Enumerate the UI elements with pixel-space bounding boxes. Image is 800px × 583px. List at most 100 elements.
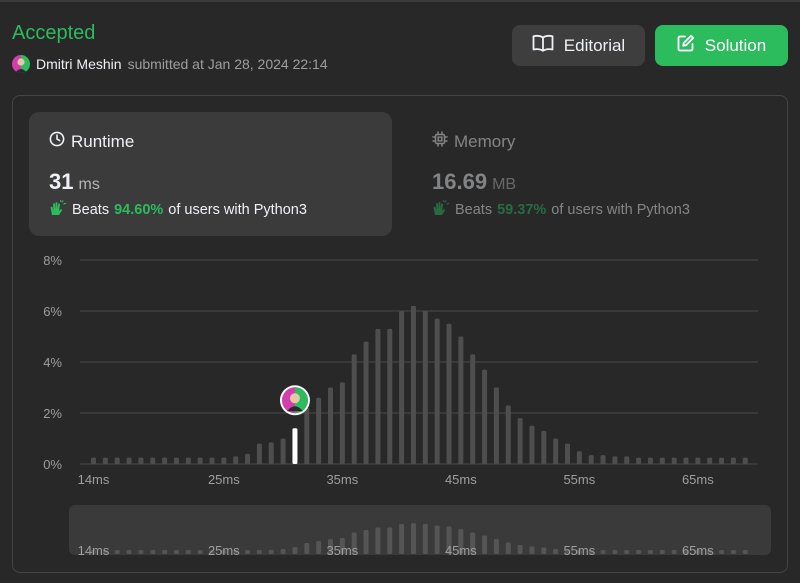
bar[interactable] xyxy=(458,336,464,465)
bar[interactable] xyxy=(102,457,108,464)
navigator-bar xyxy=(245,550,251,554)
navigator-tick-label: 55ms xyxy=(563,543,595,558)
bar[interactable] xyxy=(553,438,559,465)
bar[interactable] xyxy=(541,430,547,464)
bar[interactable] xyxy=(351,354,357,464)
bar[interactable] xyxy=(233,456,239,464)
navigator-bar xyxy=(636,550,642,554)
bar[interactable] xyxy=(517,418,523,464)
x-tick-label: 14ms xyxy=(78,472,110,487)
bar[interactable] xyxy=(150,457,156,464)
bar[interactable] xyxy=(197,457,203,464)
navigator-bar xyxy=(280,549,286,554)
bar[interactable] xyxy=(221,457,227,464)
bar[interactable] xyxy=(683,457,689,464)
bar[interactable] xyxy=(410,305,416,464)
navigator-bar xyxy=(185,550,191,554)
bar[interactable] xyxy=(173,457,179,464)
y-tick-label: 0% xyxy=(43,457,62,472)
bar[interactable] xyxy=(375,328,381,464)
navigator-bar xyxy=(363,530,369,554)
navigator-bar xyxy=(553,549,559,554)
navigator-bar xyxy=(624,550,630,554)
navigator-bar xyxy=(399,524,405,554)
navigator-bar xyxy=(730,550,736,554)
bar[interactable] xyxy=(162,457,168,464)
bar[interactable] xyxy=(304,407,310,464)
bar[interactable] xyxy=(707,457,713,464)
navigator-bar xyxy=(600,550,606,554)
bar[interactable] xyxy=(268,442,274,464)
x-tick-label: 35ms xyxy=(326,472,358,487)
bar[interactable] xyxy=(114,457,120,464)
bar[interactable] xyxy=(422,311,428,464)
bar[interactable] xyxy=(185,457,191,464)
bar[interactable] xyxy=(588,455,594,464)
navigator-bar xyxy=(197,550,203,554)
navigator-bar xyxy=(126,550,132,554)
bar[interactable] xyxy=(742,457,748,464)
navigator-tick-label: 35ms xyxy=(326,543,358,558)
bar[interactable] xyxy=(565,443,570,464)
bar[interactable] xyxy=(446,323,452,464)
navigator-bar xyxy=(434,525,440,554)
bar[interactable] xyxy=(328,387,333,465)
bar[interactable] xyxy=(363,341,369,464)
bar[interactable] xyxy=(529,425,535,464)
bar[interactable] xyxy=(434,318,440,464)
navigator-bar xyxy=(150,550,156,554)
navigator-bar xyxy=(742,550,748,554)
navigator-bar xyxy=(529,546,535,554)
y-tick-label: 4% xyxy=(43,355,62,370)
bar[interactable] xyxy=(387,328,393,464)
navigator-bar xyxy=(162,550,168,554)
y-tick-label: 8% xyxy=(43,253,62,268)
bar[interactable] xyxy=(730,457,736,464)
navigator-bar xyxy=(422,524,428,554)
bar[interactable] xyxy=(647,457,653,464)
bar[interactable] xyxy=(671,457,677,464)
bar[interactable] xyxy=(138,457,144,464)
runtime-distribution-chart: 0% 2% 4% 6% 8% 14ms 25ms 35ms 45ms 55ms 65ms 14ms 25… xyxy=(43,253,758,558)
bar[interactable] xyxy=(600,455,606,464)
y-tick-label: 2% xyxy=(43,406,62,421)
bar[interactable] xyxy=(659,457,665,464)
bar[interactable] xyxy=(576,451,582,464)
bar[interactable] xyxy=(719,457,725,464)
selected-bar[interactable] xyxy=(292,428,298,464)
bar[interactable] xyxy=(636,457,642,464)
bar[interactable] xyxy=(624,456,630,464)
x-tick-label: 45ms xyxy=(445,472,477,487)
bar[interactable] xyxy=(256,443,262,464)
navigator-bar xyxy=(541,547,547,554)
bar[interactable] xyxy=(280,438,286,465)
navigator-bar xyxy=(375,527,381,554)
bar[interactable] xyxy=(126,457,132,464)
bar[interactable] xyxy=(612,456,618,464)
bar[interactable] xyxy=(505,405,511,464)
bar[interactable] xyxy=(245,453,251,464)
navigator-bar xyxy=(387,527,393,554)
bar[interactable] xyxy=(470,354,476,464)
navigator-bar xyxy=(173,550,179,554)
x-tick-label: 55ms xyxy=(563,472,595,487)
bar[interactable] xyxy=(493,387,499,465)
navigator-tick-label: 65ms xyxy=(682,543,714,558)
navigator-bar xyxy=(647,550,653,554)
navigator-tick-label: 25ms xyxy=(208,543,240,558)
bar[interactable] xyxy=(399,311,405,464)
navigator-bar xyxy=(410,523,416,554)
bar[interactable] xyxy=(339,382,345,464)
x-tick-label: 65ms xyxy=(682,472,714,487)
navigator-bar xyxy=(612,550,618,554)
bar[interactable] xyxy=(482,369,488,464)
bar[interactable] xyxy=(695,457,701,464)
x-tick-label: 25ms xyxy=(208,472,240,487)
bar[interactable] xyxy=(209,457,215,464)
submission-marker-face xyxy=(289,393,300,404)
navigator-bar xyxy=(138,550,144,554)
navigator-bar xyxy=(719,550,725,554)
navigator-bar xyxy=(493,539,499,554)
bar[interactable] xyxy=(316,397,322,464)
bar[interactable] xyxy=(91,457,96,464)
